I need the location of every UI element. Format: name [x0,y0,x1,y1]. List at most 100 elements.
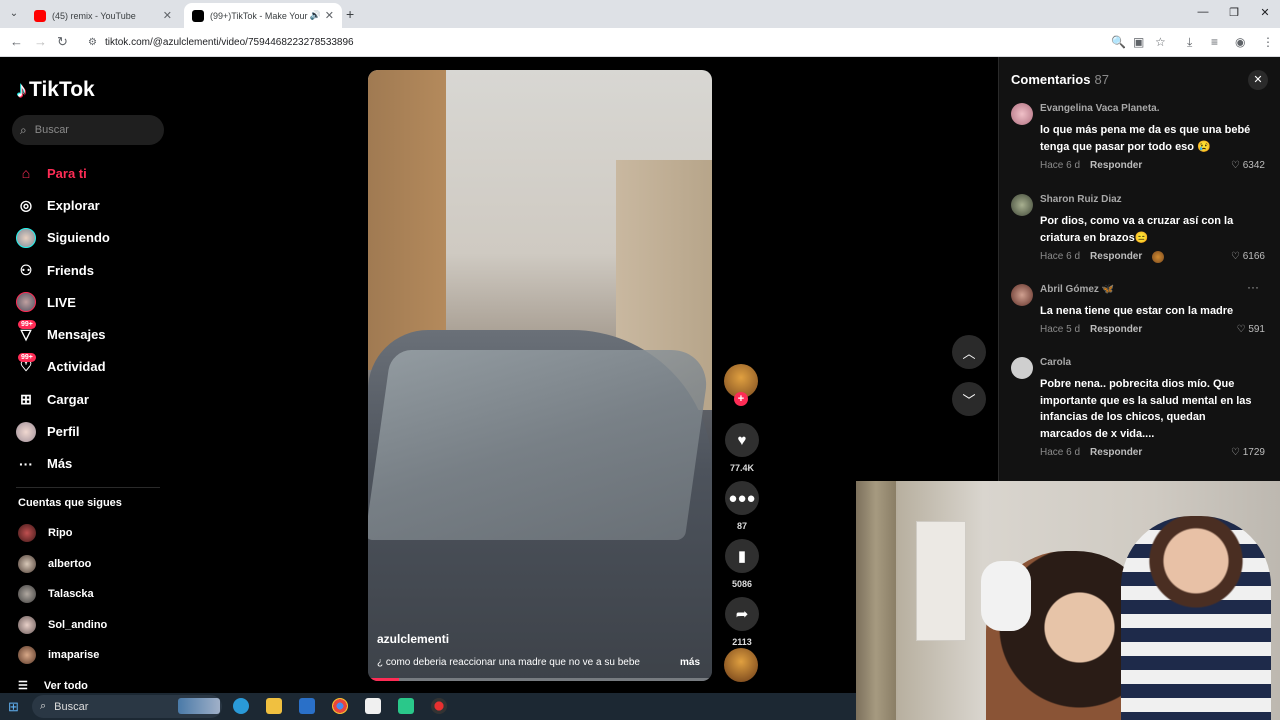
video-player[interactable]: azulclementi ¿ como deberia reaccionar u… [368,70,712,681]
forward-icon[interactable]: → [34,34,47,49]
new-tab-icon[interactable]: + [346,6,354,22]
following-account[interactable]: Sol_andino [18,610,107,641]
sidebar-item-explorar[interactable]: ◎ Explorar [16,189,166,221]
site-info-icon[interactable]: ⚙ [88,37,97,48]
browser-menu-icon[interactable]: ⋮ [1262,35,1274,49]
sidebar-item-siguiendo[interactable]: Siguiendo [16,222,166,254]
account-name: albertoo [48,557,92,570]
sidebar-item-cargar[interactable]: ⊞ Cargar [16,383,166,415]
window-close-icon[interactable]: ✕ [1250,6,1280,19]
edge-icon[interactable] [233,698,249,714]
zoom-icon[interactable]: 🔍 [1111,35,1126,49]
weather-widget-icon[interactable] [178,698,220,714]
search-input[interactable] [34,124,145,136]
like-action[interactable]: ♥ 77.4K [722,423,762,473]
bookmark-icon[interactable]: ▮ [725,539,759,573]
recording-app-icon[interactable] [431,698,447,714]
comment-item: Abril Gómez 🦋 ··· La nena tiene que esta… [1011,280,1273,340]
windows-start-icon[interactable]: ⊞ [8,699,19,715]
comment-username[interactable]: Evangelina Vaca Planeta. [1040,103,1160,114]
follow-plus-icon[interactable]: + [734,392,748,406]
comment-like-button[interactable]: ♡ 6342 [1231,160,1265,171]
comment-like-button[interactable]: ♡ 6166 [1231,251,1265,262]
tiktok-logo[interactable]: ♪ TikTok [16,77,95,103]
mail-icon[interactable] [299,698,315,714]
tab-youtube[interactable]: (45) remix - YouTube ✕ [26,3,180,28]
back-icon[interactable]: ← [10,34,23,49]
sidebar-item-para-ti[interactable]: ⌂ Para ti [16,157,166,189]
download-icon[interactable]: ⤓ [1187,35,1192,50]
comments-header: Comentarios 87 [1011,72,1109,87]
next-video-button[interactable]: ﹀ [952,382,986,416]
tab-search-menu-icon[interactable]: ⌄ [6,6,22,22]
file-explorer-icon[interactable] [266,698,282,714]
comment-more-icon[interactable]: ··· [1247,280,1259,294]
capcut-icon[interactable] [365,698,381,714]
comment-icon[interactable]: ●●● [725,481,759,515]
reply-button[interactable]: Responder [1090,447,1142,458]
webcam-overlay [856,481,1280,720]
cast-icon[interactable]: ▣ [1133,35,1144,49]
following-account[interactable]: albertoo [18,549,107,580]
avatar[interactable] [1011,357,1033,379]
reply-button[interactable]: Responder [1090,160,1142,171]
sidebar-item-perfil[interactable]: Perfil [16,415,166,447]
sidebar-item-label: Cargar [47,391,89,407]
video-progress-bar[interactable] [368,678,712,681]
comment-username[interactable]: Sharon Ruiz Diaz [1040,194,1122,205]
heart-icon[interactable]: ♥ [725,423,759,457]
comment-username[interactable]: Abril Gómez 🦋 [1040,284,1114,295]
avatar[interactable] [1011,103,1033,125]
comment-like-button[interactable]: ♡ 591 [1237,324,1265,335]
reply-button[interactable]: Responder [1090,324,1142,335]
speaker-icon[interactable]: 🔊 [310,10,321,21]
reload-icon[interactable]: ↻ [57,34,68,50]
video-frame-building-left [368,70,446,370]
tab-close-icon[interactable]: ✕ [163,9,172,22]
comment-item: Sharon Ruiz Diaz Por dios, como va a cru… [1011,194,1273,266]
tab-close-icon[interactable]: ✕ [325,9,334,22]
reply-button[interactable]: Responder [1090,251,1142,263]
save-action[interactable]: ▮ 5086 [722,539,762,589]
app-green-icon[interactable] [398,698,414,714]
list-icon: ☰ [18,680,28,692]
minimize-icon[interactable]: — [1188,6,1218,18]
sidebar-item-actividad[interactable]: ♡ 99+ Actividad [16,351,166,383]
restore-icon[interactable]: ❐ [1219,6,1249,19]
see-all-link[interactable]: ☰ Ver todo [18,679,88,693]
more-description-button[interactable]: más [680,657,700,668]
following-account[interactable]: Talascka [18,579,107,610]
webcam-person-right [1121,516,1271,720]
sidebar-item-friends[interactable]: ⚇ Friends [16,254,166,286]
following-account[interactable]: imaparise [18,640,107,671]
url-field[interactable]: ⚙ tiktok.com/@azulclementi/video/7594468… [80,31,1105,54]
search-bar[interactable]: ⌕ [12,115,164,145]
comment-text: La nena tiene que estar con la madre [1040,305,1234,317]
account-name: Ripo [48,527,73,540]
comment-action[interactable]: ●●● 87 [722,481,762,531]
bookmark-star-icon[interactable]: ☆ [1155,35,1166,49]
tab-tiktok[interactable]: (99+)TikTok - Make Your Da 🔊 ✕ [184,3,342,28]
divider [16,487,160,488]
share-icon[interactable]: ➦ [725,597,759,631]
save-count: 5086 [731,579,753,589]
share-action[interactable]: ➦ 2113 [722,597,762,647]
avatar[interactable] [1011,284,1033,306]
sidebar-item-live[interactable]: LIVE [16,286,166,318]
sidebar-item-mas[interactable]: ··· Más [16,448,166,480]
chrome-icon[interactable] [332,698,348,714]
comment-like-count: 1729 [1242,447,1265,458]
music-disc-icon[interactable] [724,648,758,682]
previous-video-button[interactable]: ︿ [952,335,986,369]
close-comments-icon[interactable]: ✕ [1248,70,1268,90]
avatar[interactable] [1011,194,1033,216]
following-account[interactable]: Ripo [18,518,107,549]
comment-like-button[interactable]: ♡ 1729 [1231,447,1265,458]
media-controls-icon[interactable]: ≡ [1211,35,1218,49]
comment-username[interactable]: Carola [1040,357,1071,368]
sidebar-item-mensajes[interactable]: ▽ 99+ Mensajes [16,318,166,350]
video-author[interactable]: azulclementi [377,632,449,646]
avatar [18,585,36,604]
following-avatar-icon [16,227,36,248]
profile-avatar[interactable]: ◉ [1235,35,1245,49]
